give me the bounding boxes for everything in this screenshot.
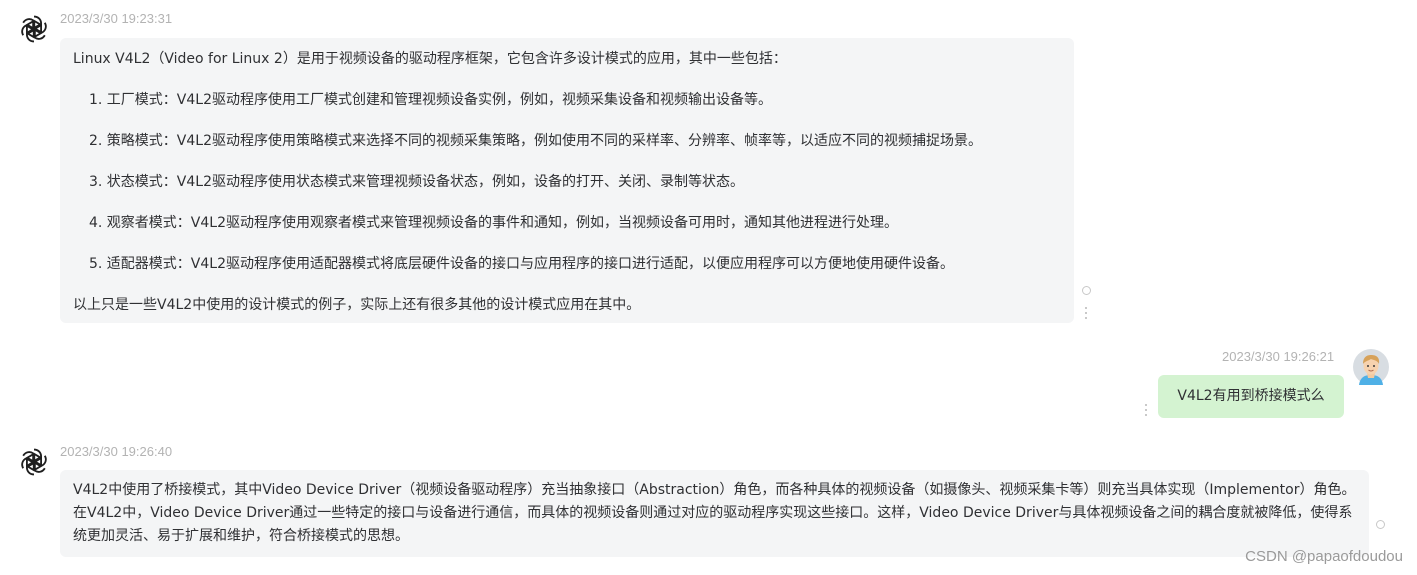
list-item: 4. 观察者模式：V4L2驱动程序使用观察者模式来管理视频设备的事件和通知，例如… — [89, 215, 898, 231]
message-timestamp: 2023/3/30 19:23:31 — [60, 11, 173, 26]
message-timestamp: 2023/3/30 19:26:21 — [1222, 349, 1335, 364]
more-vertical-icon[interactable] — [1144, 404, 1148, 418]
watermark: CSDN @papaofdoudou — [1245, 548, 1403, 565]
list-item: 2. 策略模式：V4L2驱动程序使用策略模式来选择不同的视频采集策略，例如使用不… — [89, 133, 982, 149]
message-outro: 以上只是一些V4L2中使用的设计模式的例子，实际上还有很多其他的设计模式应用在其… — [73, 297, 641, 313]
openai-logo-icon — [18, 448, 50, 476]
list-item: 5. 适配器模式：V4L2驱动程序使用适配器模式将底层硬件设备的接口与应用程序的… — [89, 256, 954, 272]
list-item: 3. 状态模式：V4L2驱动程序使用状态模式来管理视频设备状态，例如，设备的打开… — [89, 174, 744, 190]
list-item: 1. 工厂模式：V4L2驱动程序使用工厂模式创建和管理视频设备实例，例如，视频采… — [89, 92, 772, 108]
refresh-circle-icon[interactable] — [1082, 286, 1091, 295]
refresh-circle-icon[interactable] — [1376, 520, 1385, 529]
assistant-message-bubble: V4L2中使用了桥接模式，其中Video Device Driver（视频设备驱… — [60, 470, 1369, 557]
message-intro: Linux V4L2（Video for Linux 2）是用于视频设备的驱动程… — [73, 51, 787, 67]
openai-logo-icon — [18, 15, 50, 43]
more-vertical-icon[interactable] — [1084, 307, 1088, 321]
message-text: V4L2中使用了桥接模式，其中Video Device Driver（视频设备驱… — [73, 482, 1356, 544]
user-message-bubble: V4L2有用到桥接模式么 — [1158, 375, 1344, 418]
user-avatar-icon[interactable] — [1353, 349, 1389, 385]
assistant-message-bubble: Linux V4L2（Video for Linux 2）是用于视频设备的驱动程… — [60, 38, 1074, 323]
message-timestamp: 2023/3/30 19:26:40 — [60, 444, 173, 459]
